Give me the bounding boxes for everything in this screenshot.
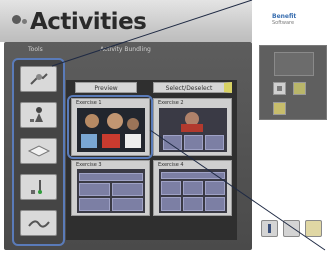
- callout-lines: [51, 0, 326, 251]
